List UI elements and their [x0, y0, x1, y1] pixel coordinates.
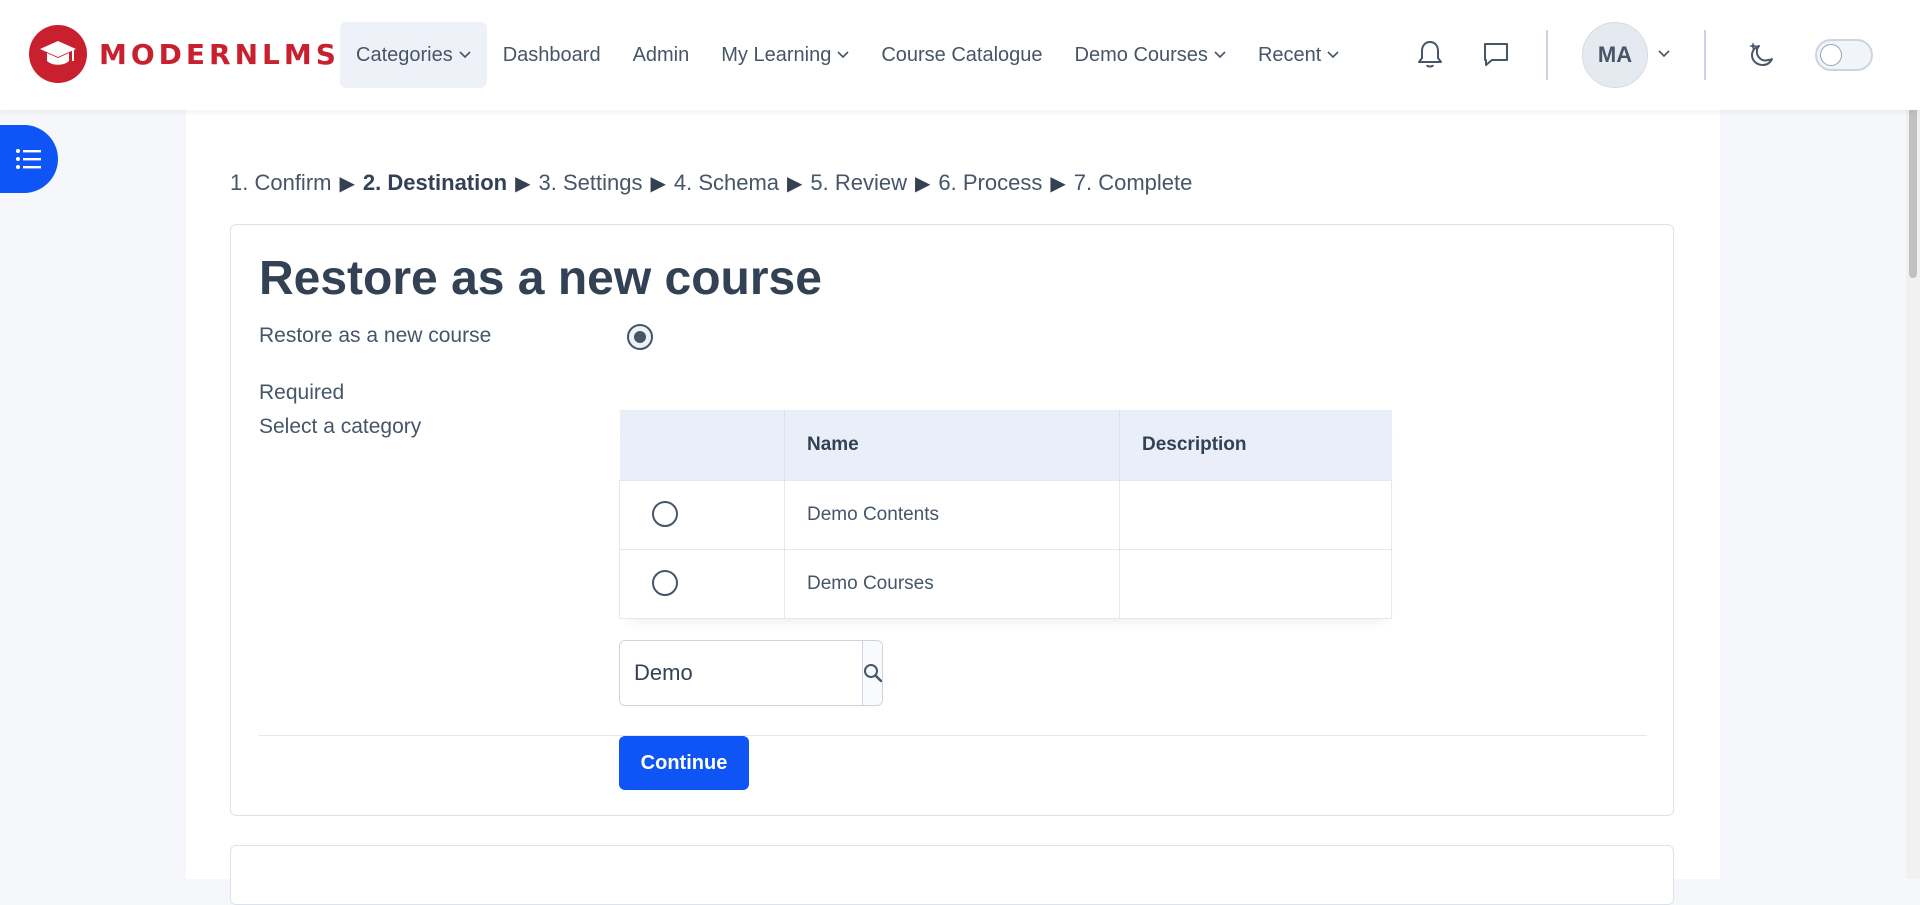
category-description: [1119, 480, 1392, 550]
step-arrow-icon: ▶: [787, 173, 803, 195]
chevron-down-icon: [837, 51, 849, 59]
nav-label: Course Catalogue: [881, 44, 1043, 66]
form-divider: [259, 735, 1647, 736]
nav-label: My Learning: [721, 44, 832, 66]
chat-icon[interactable]: [1480, 38, 1512, 70]
restore-form-card: Restore as a new course Restore as a new…: [230, 224, 1674, 816]
page-scrollbar[interactable]: [1906, 0, 1920, 879]
nav-demo-courses[interactable]: Demo Courses: [1059, 22, 1242, 88]
toggle-knob: [1820, 44, 1842, 66]
nav-recent[interactable]: Recent: [1242, 22, 1355, 88]
category-radio-demo-contents[interactable]: [652, 501, 678, 527]
nav-label: Categories: [356, 44, 453, 66]
search-button[interactable]: [862, 641, 882, 705]
chevron-down-icon[interactable]: [1658, 50, 1670, 58]
category-radio-demo-courses[interactable]: [652, 570, 678, 596]
next-section-card: [230, 845, 1674, 905]
category-search: [619, 640, 883, 706]
step-arrow-icon: ▶: [1050, 173, 1066, 195]
brand-name: MODERNLMS: [99, 37, 340, 71]
nav-dashboard[interactable]: Dashboard: [487, 22, 617, 88]
category-table: Name Description Demo Contents Demo Cour…: [619, 410, 1392, 619]
top-navbar: MODERNLMS Categories Dashboard Admin My …: [0, 0, 1920, 110]
category-name: Demo Courses: [784, 549, 1120, 619]
select-cell: [619, 480, 785, 550]
search-icon: [864, 664, 882, 683]
table-row[interactable]: Demo Courses: [619, 549, 1392, 619]
nav-label: Demo Courses: [1074, 44, 1208, 66]
chevron-down-icon: [459, 51, 471, 59]
list-icon: [16, 149, 41, 169]
step-arrow-icon: ▶: [915, 173, 931, 195]
category-label: Select a category: [259, 415, 422, 438]
restore-new-course-radio[interactable]: [627, 324, 653, 350]
user-initials: MA: [1597, 42, 1633, 67]
step-complete: 7. Complete: [1073, 170, 1193, 195]
step-destination: 2. Destination: [362, 170, 508, 195]
nav-divider: [1704, 30, 1706, 80]
nav-label: Admin: [632, 44, 690, 66]
table-header-row: Name Description: [619, 410, 1392, 481]
step-settings: 3. Settings: [538, 170, 643, 195]
continue-button[interactable]: Continue: [619, 736, 749, 790]
user-avatar[interactable]: MA: [1582, 22, 1648, 88]
required-label: Required: [259, 381, 345, 404]
category-description: [1119, 549, 1392, 619]
course-index-toggle[interactable]: [0, 125, 58, 193]
restore-option-label: Restore as a new course: [259, 324, 492, 347]
main-nav: Categories Dashboard Admin My Learning C…: [340, 22, 1355, 88]
nav-admin[interactable]: Admin: [617, 22, 706, 88]
select-column-header: [619, 410, 785, 481]
nav-my-learning[interactable]: My Learning: [705, 22, 865, 88]
step-schema: 4. Schema: [673, 170, 780, 195]
description-column-header: Description: [1119, 410, 1392, 481]
step-review: 5. Review: [810, 170, 908, 195]
form-title: Restore as a new course: [259, 252, 822, 305]
graduation-cap-icon: [29, 25, 87, 83]
step-arrow-icon: ▶: [515, 173, 531, 195]
moon-stars-icon[interactable]: [1746, 38, 1778, 70]
category-search-input[interactable]: [620, 641, 862, 705]
chevron-down-icon: [1327, 51, 1339, 59]
select-cell: [619, 549, 785, 619]
chevron-down-icon: [1214, 51, 1226, 59]
bell-icon[interactable]: [1414, 38, 1446, 70]
nav-course-catalogue[interactable]: Course Catalogue: [865, 22, 1058, 88]
step-arrow-icon: ▶: [339, 173, 355, 195]
name-column-header: Name: [784, 410, 1120, 481]
nav-label: Recent: [1257, 44, 1322, 66]
site-logo[interactable]: MODERNLMS: [29, 25, 340, 83]
table-row[interactable]: Demo Contents: [619, 480, 1392, 550]
step-arrow-icon: ▶: [650, 173, 666, 195]
restore-steps-breadcrumb: 1. Confirm ▶ 2. Destination ▶ 3. Settings ▶ 4.…: [230, 170, 1192, 196]
category-name: Demo Contents: [784, 480, 1120, 550]
step-process: 6. Process: [938, 170, 1043, 195]
dark-mode-toggle[interactable]: [1815, 39, 1873, 71]
nav-divider: [1546, 30, 1548, 80]
nav-categories[interactable]: Categories: [340, 22, 487, 88]
nav-label: Dashboard: [502, 44, 601, 66]
step-confirm: 1. Confirm: [230, 170, 332, 195]
